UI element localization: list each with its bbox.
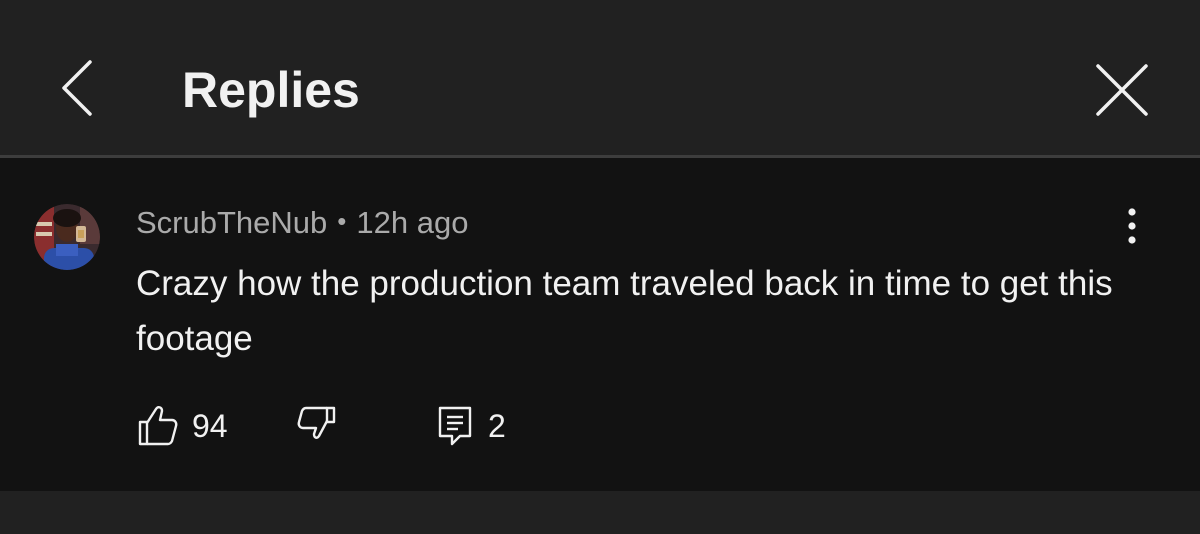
back-button[interactable]	[52, 56, 104, 120]
reply-icon	[438, 406, 472, 446]
comment-author[interactable]: ScrubTheNub	[136, 205, 327, 240]
thumbs-down-icon	[297, 406, 336, 439]
footer-area	[0, 491, 1200, 534]
dislike-button[interactable]	[294, 404, 338, 448]
like-button[interactable]	[136, 404, 180, 448]
comment-actions: 94 2	[0, 398, 800, 454]
avatar-image	[34, 204, 100, 270]
close-button[interactable]	[1090, 58, 1154, 122]
close-icon	[1096, 64, 1148, 116]
comment-timestamp: 12h ago	[356, 205, 469, 240]
chevron-left-icon	[62, 60, 92, 116]
more-options-button[interactable]	[1112, 202, 1152, 250]
reply-count: 2	[488, 408, 506, 444]
comment-meta: ScrubTheNub • 12h ago	[136, 203, 468, 244]
reply-button[interactable]	[436, 404, 476, 448]
avatar[interactable]	[34, 204, 100, 270]
more-vertical-icon	[1128, 208, 1136, 244]
comment-text: Crazy how the production team traveled b…	[136, 264, 1113, 358]
page-title: Replies	[182, 62, 360, 118]
like-count: 94	[192, 408, 228, 444]
replies-header: Replies	[0, 0, 1200, 155]
thumbs-up-icon	[138, 406, 178, 446]
meta-separator: •	[337, 206, 347, 236]
comment-item: ScrubTheNub • 12h ago Crazy how the produc…	[0, 158, 1200, 491]
